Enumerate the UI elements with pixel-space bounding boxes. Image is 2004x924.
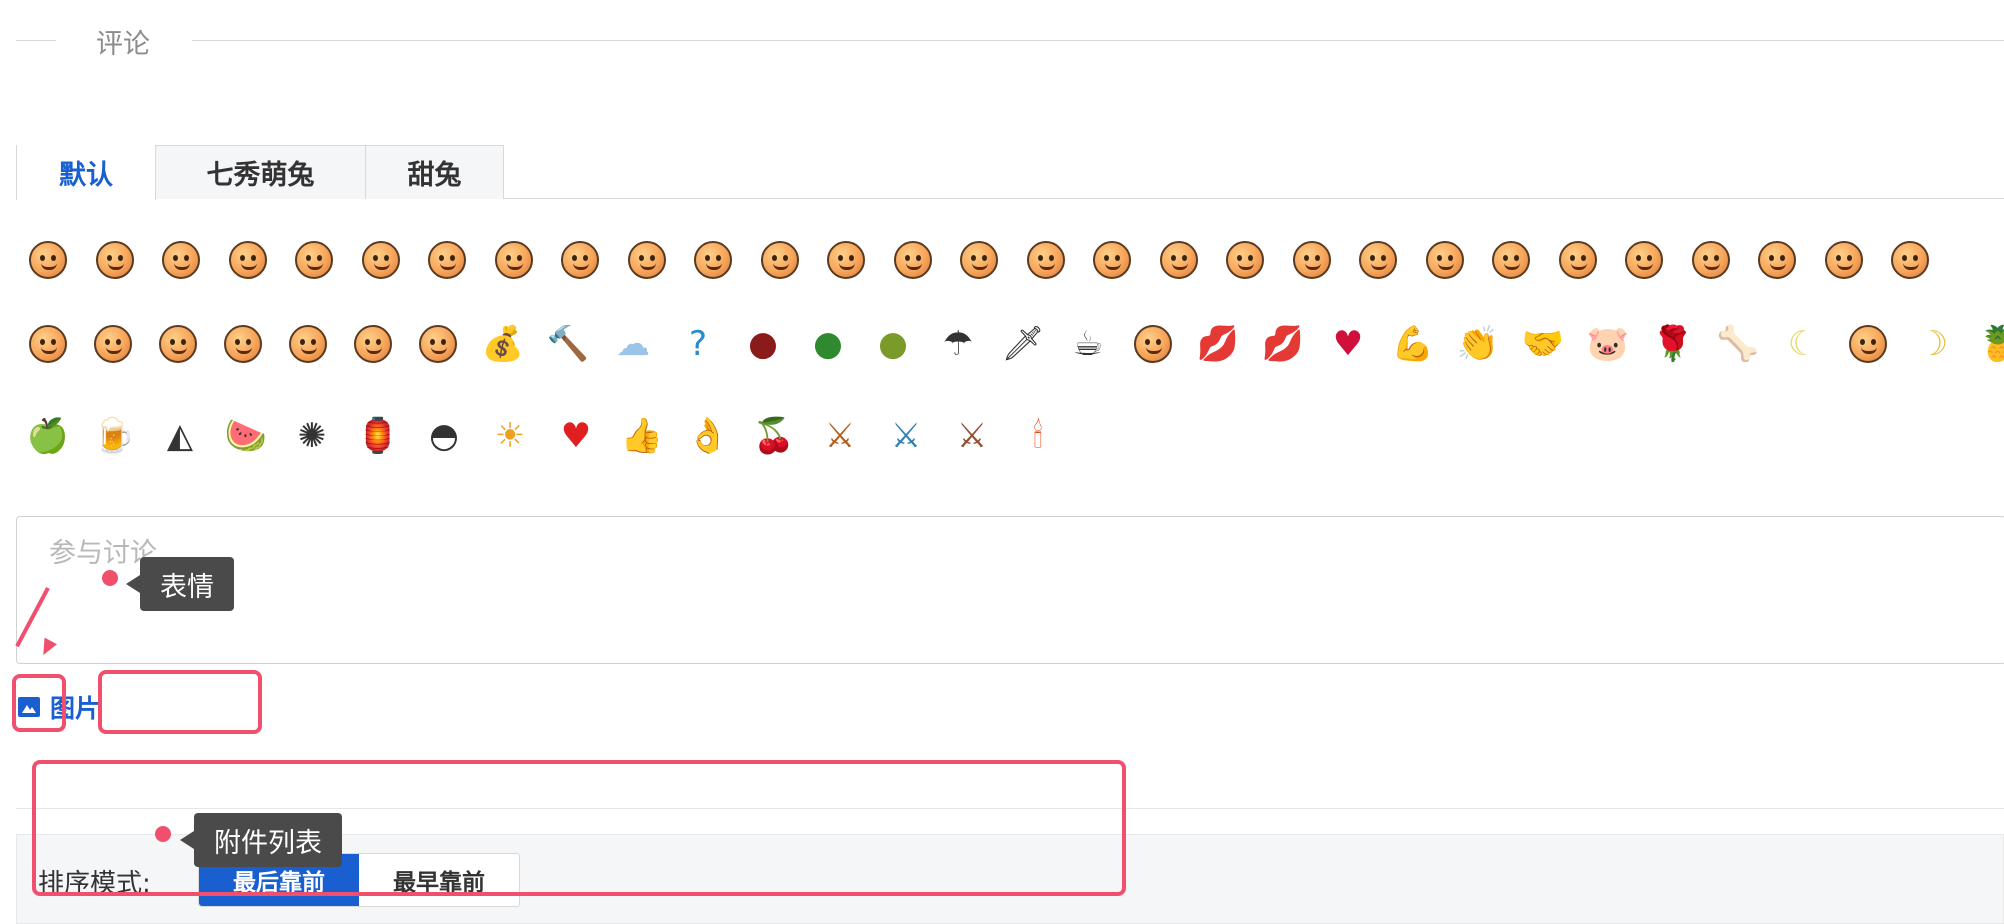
tooltip-emoji: 表情 [126,557,234,611]
sulk-face-icon[interactable] [1556,238,1600,282]
emoji-tabs: 默认 七秀萌兔 甜兔 [16,145,2004,200]
shy-face-icon[interactable] [1356,238,1400,282]
cool-face-icon[interactable] [416,322,460,366]
lips-icon[interactable]: 💋 [1261,322,1305,366]
star-face-icon[interactable] [1755,238,1799,282]
teeth-face-icon[interactable] [1622,238,1666,282]
money-bag-icon[interactable]: 💰 [481,322,525,366]
smug-face-icon[interactable] [351,322,395,366]
heart-eyes-face-icon[interactable] [1131,322,1175,366]
firework-icon[interactable]: ✺ [290,414,334,458]
rice-ball-icon[interactable]: ◓ [422,414,466,458]
emoji-row-2: 💰 🔨 ☁? ● ● ● ☂ 🗡 ☕ 💋 💋 ♥ 💪 👏 🤝 🐷 🌹 🦴 ☾ ☽ 🍍 [26,322,2004,372]
ooh-face-icon[interactable] [1822,238,1866,282]
title-rule-left [16,40,56,41]
cherries-icon[interactable]: 🍒 [752,414,796,458]
beer-icon[interactable]: 🍺 [92,414,136,458]
pineapple-icon[interactable]: 🍍 [1976,322,2004,366]
shocked-face-icon[interactable] [492,238,536,282]
kiss-face-icon[interactable] [758,238,802,282]
handshake-icon[interactable]: 🤝 [1521,322,1565,366]
heart-icon[interactable]: ♥ [1326,322,1370,366]
section-title: 评论 [96,29,150,60]
green-ball-icon[interactable]: ● [806,322,850,366]
frown-face-icon[interactable] [1223,238,1267,282]
tooltip-attachments: 附件列表 [180,813,342,867]
mad-face-icon[interactable] [1489,238,1533,282]
olive-ball-icon[interactable]: ● [871,322,915,366]
candle-icon[interactable]: 🕯 [1016,414,1060,458]
title-rule-right [192,40,2004,41]
lantern-icon[interactable]: 🏮 [356,414,400,458]
warrior-3-icon[interactable]: ⚔ [950,414,994,458]
dizzy-face-icon[interactable] [625,238,669,282]
laugh-face-icon[interactable] [1157,238,1201,282]
furious-face-icon[interactable] [558,238,602,282]
annotation-dot-emoji [102,570,118,586]
red-heart-icon[interactable]: ♥ [554,414,598,458]
sleepy-face-icon[interactable] [824,238,868,282]
love-face-icon[interactable] [221,322,265,366]
hammer-icon[interactable]: 🔨 [546,322,590,366]
tongue-face-icon[interactable] [156,322,200,366]
tired-face-icon[interactable] [1423,238,1467,282]
smile-face-icon[interactable] [26,238,70,282]
coffee-icon[interactable]: ☕ [1066,322,1110,366]
lips-small-icon[interactable]: 💋 [1196,322,1240,366]
clap-icon[interactable]: 👏 [1456,322,1500,366]
dumplings-icon[interactable]: ◭ [158,414,202,458]
grin-face-icon[interactable] [359,238,403,282]
watermelon-icon[interactable]: 🍉 [224,414,268,458]
grimace-face-icon[interactable] [1888,238,1932,282]
comments-section-header: 评论 [0,20,2004,60]
question-mark-icon[interactable]: ? [676,322,720,366]
storm-icon[interactable]: ☂ [936,322,980,366]
emoji-row-3: 🍏 🍺 ◭ 🍉 ✺ 🏮 ◓ ☀ ♥ 👍 👌 🍒 ⚔ ⚔ ⚔ 🕯 [26,414,1086,464]
apple-icon[interactable]: 🍏 [26,414,70,458]
warrior-1-icon[interactable]: ⚔ [818,414,862,458]
sun-moon-icon[interactable]: ☽ [1911,322,1955,366]
whistle-face-icon[interactable] [286,322,330,366]
moon-icon[interactable]: ☾ [1781,322,1825,366]
rose-icon[interactable]: 🌹 [1651,322,1695,366]
blush-face-icon[interactable] [226,238,270,282]
surprised-face-icon[interactable] [1689,238,1733,282]
cloud-icon[interactable]: ☁ [611,322,655,366]
pig-icon[interactable]: 🐷 [1586,322,1630,366]
confused-face-icon[interactable] [957,238,1001,282]
angry-face-icon[interactable] [93,238,137,282]
highlight-emoji-button [12,674,66,732]
highlight-toolbar-slot [98,670,262,734]
sob-face-icon[interactable] [691,238,735,282]
tab-default[interactable]: 默认 [16,145,156,200]
happy-face-icon[interactable] [1090,238,1134,282]
bone-icon[interactable]: 🦴 [1716,322,1760,366]
scream-face-icon[interactable] [26,322,70,366]
tab-sweet-rabbit[interactable]: 甜兔 [365,145,504,199]
thumbs-up-icon[interactable]: 👍 [620,414,664,458]
arm-icon[interactable]: 💪 [1391,322,1435,366]
sly-face-icon[interactable] [292,238,336,282]
sun-face-icon[interactable]: ☀ [488,414,532,458]
wink-face-icon[interactable] [425,238,469,282]
warrior-2-icon[interactable]: ⚔ [884,414,928,458]
comment-input[interactable]: 参与讨论... [16,516,2004,664]
ok-hand-icon[interactable]: 👌 [686,414,730,458]
emoji-row-1 [26,238,2004,288]
sleeping-face-icon[interactable] [91,322,135,366]
pout-face-icon[interactable] [1290,238,1334,282]
crying-face-icon[interactable] [159,238,203,282]
red-ball-icon[interactable]: ● [741,322,785,366]
annotation-dot-attachments [155,826,171,842]
tab-qixiu-rabbit[interactable]: 七秀萌兔 [155,145,366,199]
knife-icon[interactable]: 🗡 [1001,322,1045,366]
neutral-face-icon[interactable] [1024,238,1068,282]
sad-face-icon[interactable] [891,238,935,282]
tiger-face-icon[interactable] [1846,322,1890,366]
